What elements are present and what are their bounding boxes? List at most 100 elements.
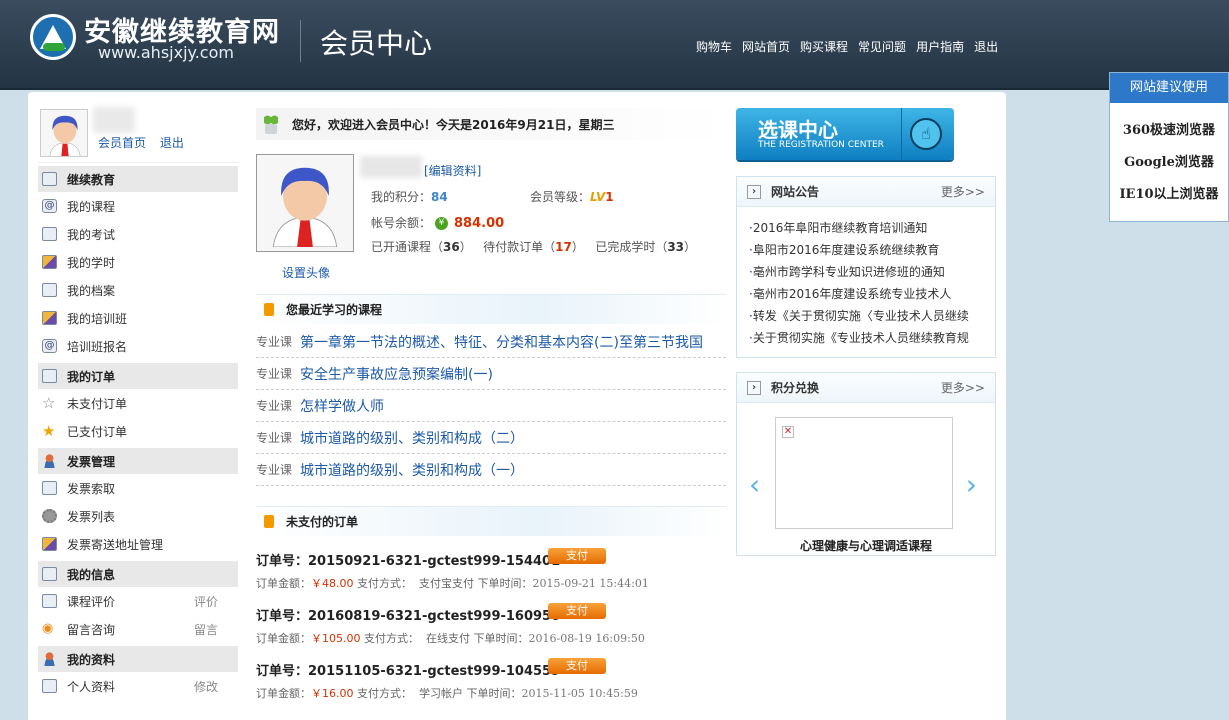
building-icon [42, 537, 57, 551]
course-title-link[interactable]: 第一章第一节法的概述、特征、分类和基本内容(二)至第三节我国 [300, 332, 703, 352]
browser-ie10[interactable]: IE10以上浏览器 [1110, 179, 1228, 211]
course-tag: 专业课 [256, 431, 293, 445]
sidebar-logout-link[interactable]: 退出 [160, 136, 184, 150]
pending-value[interactable]: 17 [555, 240, 572, 254]
nav-cart[interactable]: 购物车 [696, 38, 732, 55]
sidebar-section-info[interactable]: 我的信息 [38, 561, 238, 587]
site-logo-icon[interactable] [30, 14, 76, 60]
registration-center-banner[interactable]: 选课中心 THE REGISTRATION CENTER ☝ [736, 108, 954, 160]
order-number: 订单号：20151105-6321-gctest999-104559 [256, 660, 560, 679]
notice-item[interactable]: ·亳州市2016年度建设系统专业技术人 [749, 283, 987, 305]
yuan-icon: ¥ [435, 217, 449, 230]
sidebar-item-invoice-request[interactable]: 发票索取 [38, 474, 238, 502]
done-value[interactable]: 33 [667, 240, 684, 254]
sidebar-item-my-classes[interactable]: 我的培训班 [38, 304, 238, 332]
sidebar-section-education[interactable]: 继续教育 [38, 166, 238, 192]
level-row: 会员等级：LV1 [530, 188, 614, 205]
time-label: 下单时间： [466, 687, 522, 700]
notice-item[interactable]: ·阜阳市2016年度建设系统继续教育 [749, 239, 987, 261]
exchange-item-image[interactable]: ✕ [775, 417, 953, 529]
notice-item[interactable]: ·关于贯彻实施《专业技术人员继续教育规 [749, 327, 987, 349]
sidebar-user: 会员首页 退出 [38, 107, 238, 163]
order-label: 订单号： [256, 609, 309, 624]
order-time: 2016-08-19 16:09:50 [528, 632, 645, 645]
site-header: 安徽继续教育网 www.ahsjxjy.com 会员中心 购物车 网站首页 购买… [0, 0, 1229, 90]
sidebar-section-orders[interactable]: 我的订单 [38, 363, 238, 389]
course-title-link[interactable]: 城市道路的级别、类别和构成（二） [300, 428, 524, 448]
exchange-item-title[interactable]: 心理健康与心理调适课程 [737, 537, 995, 554]
sidebar-item-unpaid-orders[interactable]: ☆ 未支付订单 [38, 389, 238, 417]
nav-buy-course[interactable]: 购买课程 [800, 38, 848, 55]
order-number: 订单号：20150921-6321-gctest999-154401 [256, 550, 560, 569]
banner-subtitle: THE REGISTRATION CENTER [758, 140, 884, 150]
notice-title: 网站公告 [771, 185, 820, 199]
balance-label: 帐号余额： [371, 216, 432, 230]
order-time: 2015-09-21 15:44:01 [532, 577, 649, 590]
pay-button[interactable]: 支付 [548, 603, 606, 619]
notice-box: › 网站公告 更多>> ·2016年阜阳市继续教育培训通知 ·阜阳市2016年度建设… [736, 176, 996, 358]
course-tag: 专业课 [256, 335, 293, 349]
order-id: 20151105-6321-gctest999-104559 [308, 664, 561, 679]
pay-button[interactable]: 支付 [548, 548, 606, 564]
sidebar-item-label: 我的档案 [67, 283, 116, 298]
browser-google[interactable]: Google浏览器 [1110, 147, 1228, 179]
order-label: 订单号： [256, 554, 309, 569]
chart-icon [42, 255, 57, 269]
course-title-link[interactable]: 城市道路的级别、类别和构成（一） [300, 460, 524, 480]
sidebar-item-course-review[interactable]: 课程评价 评价 [38, 587, 238, 615]
pay-button[interactable]: 支付 [548, 658, 606, 674]
points-value: 84 [431, 190, 448, 204]
sidebar-item-paid-orders[interactable]: ★ 已支付订单 [38, 417, 238, 445]
username-blurred [360, 156, 422, 178]
review-link[interactable]: 评价 [194, 593, 218, 610]
sidebar-item-my-courses[interactable]: @ 我的课程 [38, 192, 238, 220]
sidebar-section-label: 继续教育 [67, 172, 116, 187]
nav-logout[interactable]: 退出 [974, 38, 998, 55]
main-content: 您好，欢迎进入会员中心！今天是2016年9月21日，星期三 设置头像 [编辑资料… [256, 108, 726, 711]
chevron-right-icon[interactable]: › [966, 471, 977, 499]
sidebar-item-personal-info[interactable]: 个人资料 修改 [38, 672, 238, 700]
member-home-link[interactable]: 会员首页 [98, 136, 146, 150]
sidebar-item-invoice-list[interactable]: 发票列表 [38, 502, 238, 530]
sidebar-item-label: 发票寄送地址管理 [67, 537, 164, 552]
sidebar-section-label: 我的资料 [67, 652, 116, 667]
sidebar-item-my-exams[interactable]: 我的考试 [38, 220, 238, 248]
notice-item[interactable]: ·亳州市跨学科专业知识进修班的通知 [749, 261, 987, 283]
sidebar-item-label: 发票索取 [67, 481, 116, 496]
course-title-link[interactable]: 怎样学做人师 [300, 396, 384, 416]
notice-item[interactable]: ·转发《关于贯彻实施〈专业技术人员继续 [749, 305, 987, 327]
order-amount: ￥105.00 [311, 632, 361, 645]
monitor-icon [42, 172, 57, 186]
username-blurred [93, 107, 135, 133]
book-icon [42, 227, 57, 241]
browser-suggestion-title: 网站建议使用 [1110, 73, 1228, 103]
sidebar-item-my-hours[interactable]: 我的学时 [38, 248, 238, 276]
at-icon: @ [42, 199, 57, 213]
sidebar-item-invoice-address[interactable]: 发票寄送地址管理 [38, 530, 238, 558]
nav-home[interactable]: 网站首页 [742, 38, 790, 55]
notice-item[interactable]: ·2016年阜阳市继续教育培训通知 [749, 217, 987, 239]
sidebar-item-class-signup[interactable]: @ 培训班报名 [38, 332, 238, 360]
nav-guide[interactable]: 用户指南 [916, 38, 964, 55]
message-link[interactable]: 留言 [194, 621, 218, 638]
sidebar-item-my-archive[interactable]: 我的档案 [38, 276, 238, 304]
order-info: 订单金额：￥105.00 支付方式： 在线支付 下单时间：2016-08-19 … [256, 630, 645, 646]
chevron-left-icon[interactable]: ‹ [749, 471, 760, 499]
sidebar-section-invoice[interactable]: 发票管理 [38, 448, 238, 474]
nav-faq[interactable]: 常见问题 [858, 38, 906, 55]
sidebar-item-consult[interactable]: ◉ 留言咨询 留言 [38, 615, 238, 643]
set-avatar-link[interactable]: 设置头像 [282, 264, 330, 281]
edit-profile-link[interactable]: [编辑资料] [424, 162, 481, 179]
opened-value[interactable]: 36 [443, 240, 460, 254]
course-title-link[interactable]: 安全生产事故应急预案编制(一) [300, 364, 493, 384]
browser-360[interactable]: 360极速浏览器 [1110, 115, 1228, 147]
modify-link[interactable]: 修改 [194, 678, 218, 695]
notice-more-link[interactable]: 更多>> [941, 183, 985, 200]
sidebar-section-profile[interactable]: 我的资料 [38, 646, 238, 672]
exchange-more-link[interactable]: 更多>> [941, 379, 985, 396]
profile-card: 设置头像 [编辑资料] 我的积分：84 会员等级：LV1 帐号余额： ¥884.0… [256, 154, 726, 294]
pointer-icon: ☝ [910, 118, 942, 150]
page-title: 会员中心 [320, 27, 433, 60]
star-outline-icon: ☆ [42, 394, 56, 412]
exchange-carousel: ‹ ✕ › 心理健康与心理调适课程 [737, 403, 995, 555]
